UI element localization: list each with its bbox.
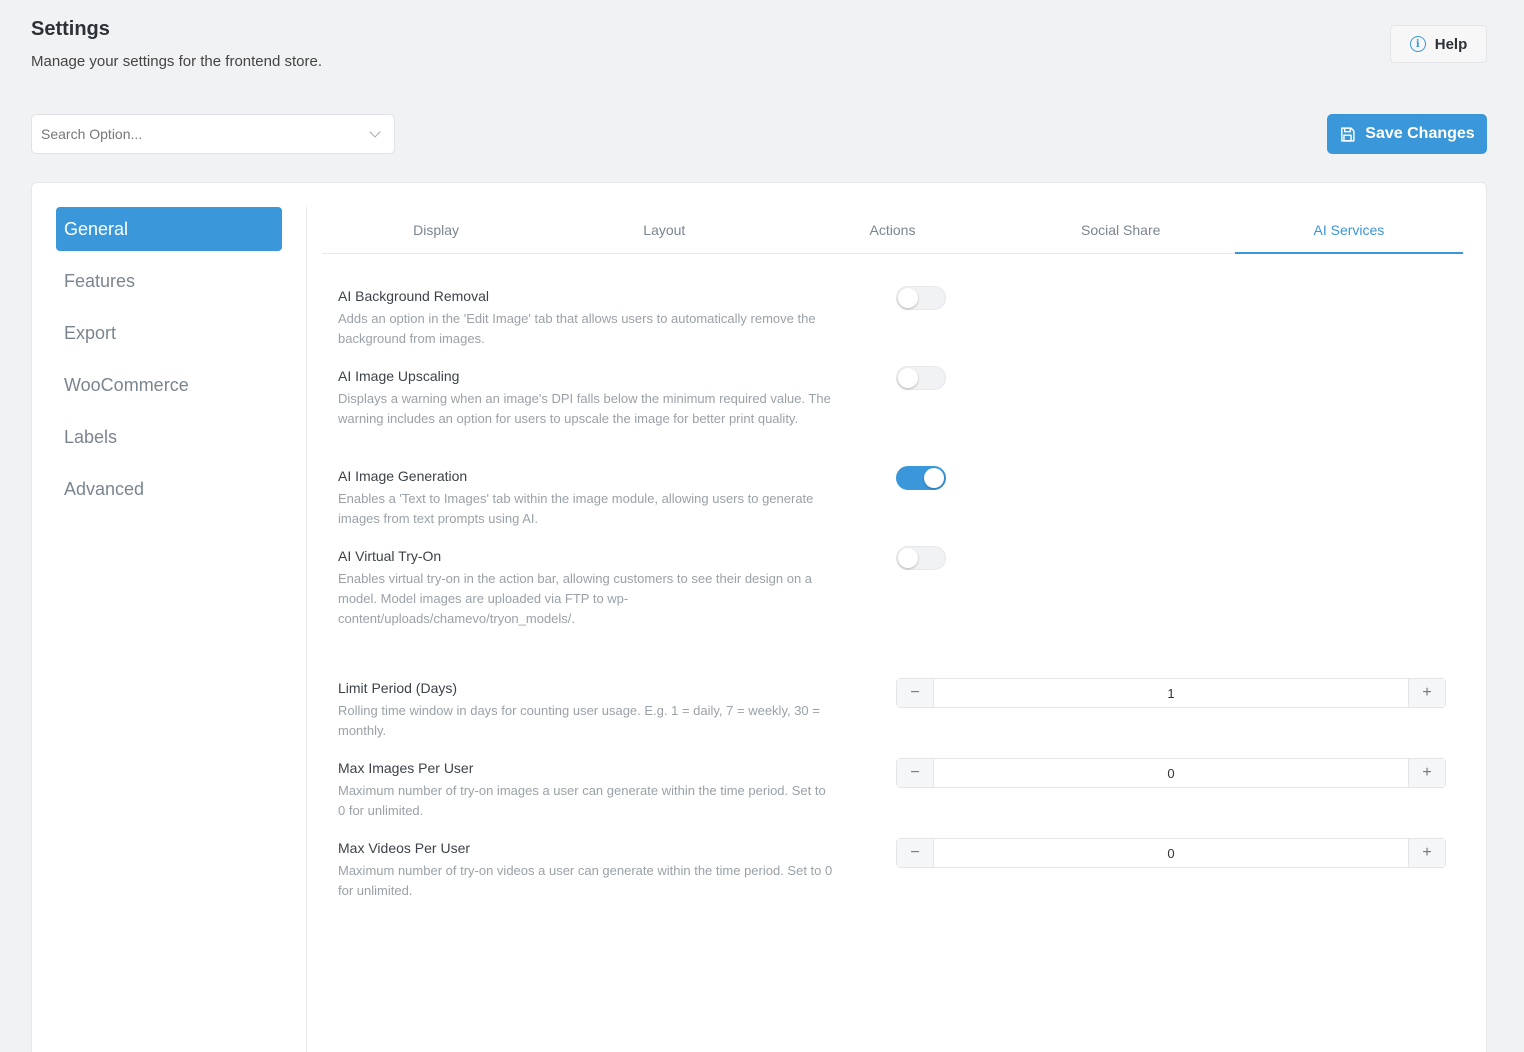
sidebar-item-woocommerce[interactable]: WooCommerce [56,363,282,407]
tab-actions[interactable]: Actions [778,207,1006,253]
setting-limit-period: Limit Period (Days) Rolling time window … [338,680,838,741]
generation-toggle[interactable] [896,466,946,490]
setting-label: Limit Period (Days) [338,680,458,696]
max-images-input[interactable]: 0 [933,759,1409,787]
page-subtitle: Manage your settings for the frontend st… [31,53,322,70]
toggle-knob [924,468,944,488]
setting-description: Adds an option in the 'Edit Image' tab t… [338,311,816,346]
increment-button[interactable]: + [1409,839,1445,867]
max-images-stepper: − 0 + [896,758,1446,788]
setting-label: AI Image Upscaling [338,368,460,384]
vertical-divider [306,207,307,1052]
bg-removal-toggle[interactable] [896,286,946,310]
setting-description: Displays a warning when an image's DPI f… [338,391,831,426]
settings-card: General Features Export WooCommerce Labe… [31,182,1487,1052]
setting-tryon: AI Virtual Try-On Enables virtual try-on… [338,548,838,629]
setting-label: Max Videos Per User [338,840,471,856]
tab-display[interactable]: Display [322,207,550,253]
sidebar-item-export[interactable]: Export [56,311,282,355]
setting-description: Maximum number of try-on videos a user c… [338,863,833,898]
chevron-down-icon [369,126,381,138]
help-button[interactable]: i Help [1390,25,1487,63]
help-label: Help [1434,35,1468,53]
decrement-button[interactable]: − [897,759,933,787]
tab-social-share[interactable]: Social Share [1007,207,1235,253]
sidebar-item-general[interactable]: General [56,207,282,251]
setting-max-videos: Max Videos Per User Maximum number of tr… [338,840,838,901]
save-changes-button[interactable]: Save Changes [1327,114,1487,154]
setting-generation: AI Image Generation Enables a 'Text to I… [338,468,838,529]
setting-label: AI Virtual Try-On [338,548,442,564]
setting-upscaling: AI Image Upscaling Displays a warning wh… [338,368,838,429]
page-title: Settings [31,18,110,40]
info-icon: i [1409,36,1426,52]
toggle-knob [898,288,918,308]
limit-period-stepper: − 1 + [896,678,1446,708]
toggle-knob [898,548,918,568]
max-videos-input[interactable]: 0 [933,839,1409,867]
search-option-select[interactable]: Search Option... [31,114,395,154]
limit-period-input[interactable]: 1 [933,679,1409,707]
setting-label: Max Images Per User [338,760,474,776]
save-changes-label: Save Changes [1365,125,1475,142]
upscaling-toggle[interactable] [896,366,946,390]
setting-description: Enables virtual try-on in the action bar… [338,571,813,626]
setting-max-images: Max Images Per User Maximum number of tr… [338,760,838,821]
setting-label: AI Background Removal [338,288,489,304]
setting-bg-removal: AI Background Removal Adds an option in … [338,288,838,349]
setting-description: Rolling time window in days for counting… [338,703,820,738]
tryon-toggle[interactable] [896,546,946,570]
sidebar-item-advanced[interactable]: Advanced [56,467,282,511]
sidebar-item-labels[interactable]: Labels [56,415,282,459]
setting-description: Maximum number of try-on images a user c… [338,783,826,818]
max-videos-stepper: − 0 + [896,838,1446,868]
increment-button[interactable]: + [1409,679,1445,707]
decrement-button[interactable]: − [897,679,933,707]
toggle-knob [898,368,918,388]
tab-ai-services[interactable]: AI Services [1234,207,1464,254]
increment-button[interactable]: + [1409,759,1445,787]
sidebar: General Features Export WooCommerce Labe… [56,207,282,519]
setting-label: AI Image Generation [338,468,468,484]
floppy-disk-icon [1341,126,1355,142]
sidebar-item-features[interactable]: Features [56,259,282,303]
decrement-button[interactable]: − [897,839,933,867]
tab-layout[interactable]: Layout [550,207,778,253]
setting-description: Enables a 'Text to Images' tab within th… [338,491,814,526]
search-placeholder: Search Option... [41,126,143,142]
tab-bar: Display Layout Actions Social Share AI S… [322,207,1464,254]
